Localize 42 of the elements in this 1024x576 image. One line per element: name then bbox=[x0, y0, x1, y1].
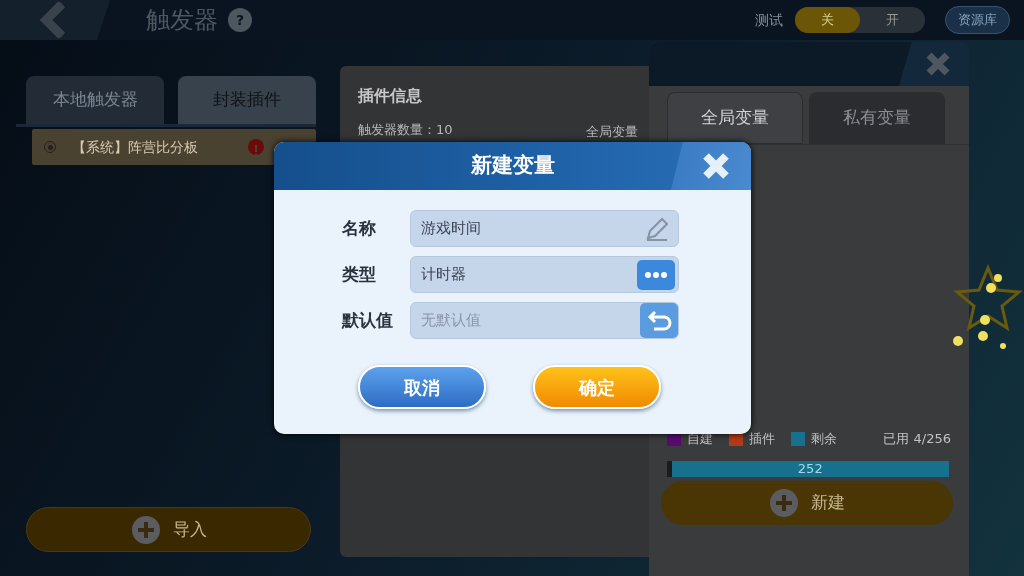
dialog-title: 新建变量 bbox=[470, 153, 555, 179]
tab[interactable]: 本地触发器 bbox=[26, 76, 164, 124]
back-button[interactable] bbox=[0, 0, 110, 40]
undo-arrow-icon bbox=[646, 309, 672, 332]
plus-icon bbox=[130, 514, 161, 545]
plugin-list-item[interactable]: 【系统】阵营比分板 bbox=[32, 129, 316, 165]
library-button[interactable]: 资源库 bbox=[945, 6, 1010, 34]
item-label: 【系统】阵营比分板 bbox=[72, 137, 198, 157]
close-button[interactable] bbox=[899, 42, 969, 86]
pencil-icon bbox=[644, 215, 670, 242]
field-label: 名称 bbox=[342, 216, 377, 240]
tab[interactable]: 全局变量 bbox=[667, 92, 803, 144]
trigger-count: 触发器数量：10 bbox=[358, 121, 453, 140]
reset-button[interactable] bbox=[640, 303, 678, 338]
new-button[interactable]: 新建 bbox=[661, 480, 953, 525]
options-button[interactable] bbox=[637, 259, 675, 290]
input-field[interactable]: 计时器 bbox=[410, 256, 679, 293]
import-button[interactable]: 导入 bbox=[26, 507, 311, 552]
field-label: 默认值 bbox=[342, 308, 394, 332]
field-text[interactable]: 无默认值 bbox=[419, 308, 640, 333]
close-icon bbox=[701, 151, 731, 181]
usage-fill: 252 bbox=[671, 460, 949, 477]
legend-label: 剩余 bbox=[811, 430, 837, 448]
field-label: 类型 bbox=[342, 262, 377, 286]
global-variable-count: 全局变量 bbox=[586, 123, 638, 141]
toggle-option[interactable]: 开 bbox=[860, 7, 925, 33]
legend-label: 插件 bbox=[749, 430, 775, 448]
input-field[interactable]: 无默认值 bbox=[410, 302, 679, 339]
cancel-button[interactable]: 取消 bbox=[358, 365, 486, 409]
plus-icon bbox=[769, 487, 799, 518]
field-text[interactable]: 游戏时间 bbox=[419, 216, 644, 241]
panel-title: 插件信息 bbox=[358, 86, 423, 106]
usage-count: 已用 4/256 bbox=[883, 430, 951, 448]
test-label: 测试 bbox=[755, 10, 783, 30]
close-icon bbox=[925, 51, 951, 77]
toggle-option[interactable]: 关 bbox=[795, 7, 860, 33]
tab[interactable]: 私有变量 bbox=[809, 92, 945, 144]
legend-label: 自建 bbox=[687, 430, 713, 448]
ellipsis-icon bbox=[644, 270, 668, 279]
input-field[interactable]: 游戏时间 bbox=[410, 210, 679, 247]
page-title: 触发器 bbox=[146, 5, 218, 36]
field-text[interactable]: 计时器 bbox=[419, 262, 637, 287]
